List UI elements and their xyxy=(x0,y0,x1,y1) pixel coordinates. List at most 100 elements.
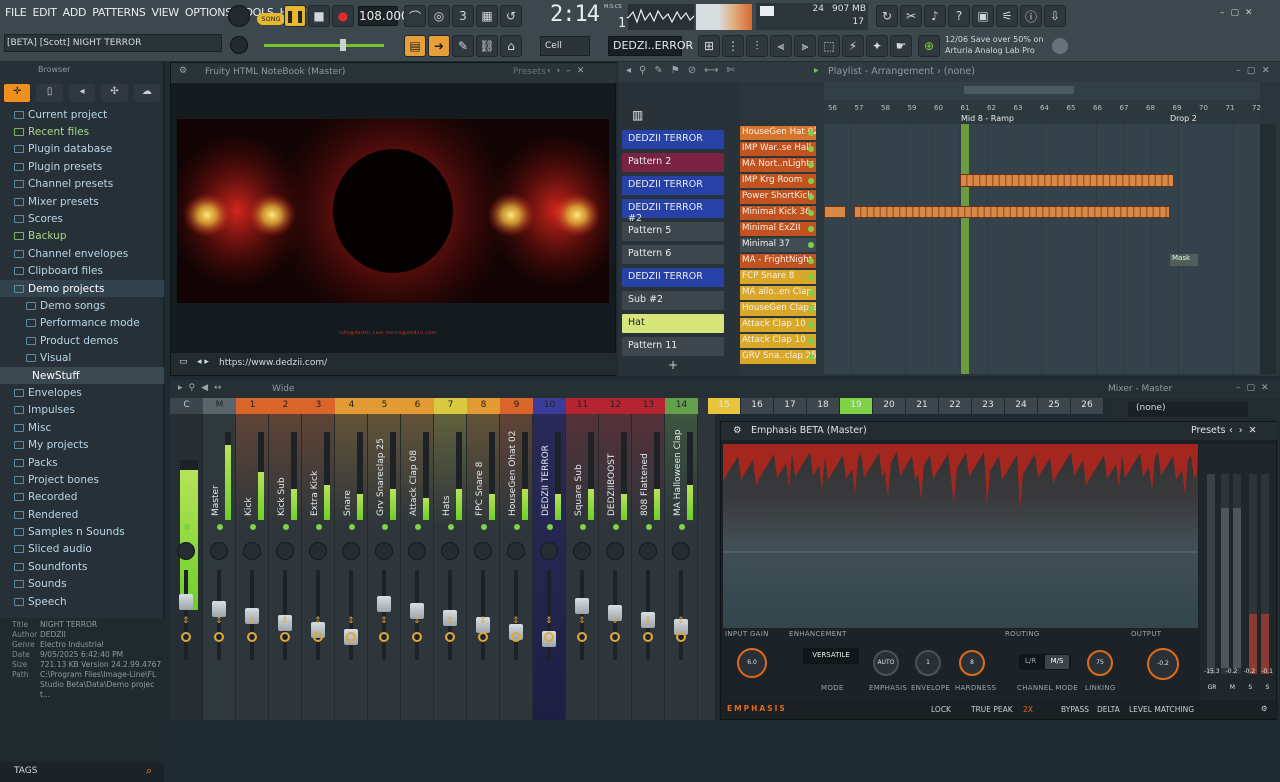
url-text[interactable]: https://www.dedzii.com/ xyxy=(219,358,327,368)
playlist-scrollbar[interactable] xyxy=(1260,124,1276,374)
browser-item[interactable]: Envelopes xyxy=(0,384,164,401)
channel-item[interactable]: GRV Sna..clap 25 xyxy=(740,350,816,364)
record-button[interactable]: ● xyxy=(332,5,354,27)
gear-icon[interactable]: ⚙ xyxy=(733,425,742,436)
browser-item[interactable]: Channel envelopes xyxy=(0,245,164,262)
mixer-track[interactable]: C ⇕ xyxy=(170,398,203,720)
fx-slot-icon[interactable] xyxy=(379,632,389,642)
send-arrow-icon[interactable]: ⇕ xyxy=(479,616,487,626)
channel-rack-icon[interactable]: ⋮ xyxy=(722,35,744,57)
channel-led[interactable] xyxy=(808,306,814,312)
channel-item[interactable]: MA - FrightNight xyxy=(740,254,816,268)
browser-item[interactable]: Rendered xyxy=(0,506,164,523)
track-number[interactable]: 21 xyxy=(906,398,938,414)
channel-item[interactable]: HouseGen Clap 2 xyxy=(740,302,816,316)
plug-icon[interactable]: ⚡ xyxy=(842,35,864,57)
playlist-selection[interactable]: (none) xyxy=(944,66,975,77)
volume-fader[interactable] xyxy=(316,570,320,660)
browser-item[interactable]: Plugin presets xyxy=(0,158,164,175)
emphasis-knob[interactable]: AUTO xyxy=(873,650,899,676)
channel-mode-switch[interactable]: L/R M/S xyxy=(1019,654,1071,670)
window-buttons[interactable]: ‹›–✕ xyxy=(547,66,590,76)
send-arrow-icon[interactable]: ⇕ xyxy=(446,616,454,626)
cloud-tab-icon[interactable]: ☁ xyxy=(133,84,161,102)
globe-icon[interactable] xyxy=(1052,38,1068,54)
mixer-track[interactable]: 4 Snare ⇕ xyxy=(335,398,368,720)
mixer-track[interactable]: 1 Kick ⇕ xyxy=(236,398,269,720)
channel-item[interactable]: Minimal ExZII xyxy=(740,222,816,236)
browser-item[interactable]: Scores xyxy=(0,210,164,227)
volume-fader[interactable] xyxy=(679,570,683,660)
routing-select[interactable]: (none) xyxy=(1128,402,1248,417)
pan-knob[interactable] xyxy=(606,542,624,560)
mixer-icon[interactable]: ⚟ xyxy=(996,5,1018,27)
pattern-clip[interactable] xyxy=(824,206,846,218)
mask-clip[interactable]: Mask xyxy=(1170,254,1198,266)
send-arrow-icon[interactable]: ⇕ xyxy=(611,616,619,626)
play-arrow-icon[interactable]: ▸ xyxy=(814,65,819,76)
arrow-right-icon[interactable]: ➜ xyxy=(428,35,450,57)
add-pattern-icon[interactable]: + xyxy=(668,358,678,372)
lr-option[interactable]: L/R xyxy=(1025,657,1036,665)
fader-handle[interactable] xyxy=(575,598,589,614)
send-arrow-icon[interactable]: ⇕ xyxy=(677,616,685,626)
browser-item[interactable]: Product demos xyxy=(0,332,164,349)
browser-item[interactable]: Sounds xyxy=(0,576,164,593)
send-arrow-icon[interactable]: ⇕ xyxy=(248,616,256,626)
mute-led[interactable] xyxy=(349,524,355,530)
pan-knob[interactable] xyxy=(210,542,228,560)
mixer-track[interactable]: 8 FPC Snare 8 ⇕ xyxy=(467,398,500,720)
send-arrow-icon[interactable]: ⇕ xyxy=(413,616,421,626)
cut-icon[interactable]: ✂ xyxy=(900,5,922,27)
oversampling-select[interactable]: 2X xyxy=(1023,705,1033,714)
browser-item[interactable]: Project bones xyxy=(0,471,164,488)
mixer-track[interactable]: 2 Kick Sub ⇕ xyxy=(269,398,302,720)
send-arrow-icon[interactable]: ⇕ xyxy=(215,616,223,626)
stop-button[interactable]: ■ xyxy=(308,5,330,27)
undo-icon[interactable]: ↻ xyxy=(876,5,898,27)
mute-led[interactable] xyxy=(547,524,553,530)
volume-fader[interactable] xyxy=(514,570,518,660)
playlist-view-icon[interactable]: ▤ xyxy=(404,35,426,57)
mute-led[interactable] xyxy=(679,524,685,530)
window-buttons[interactable]: –▢✕ xyxy=(1236,65,1276,76)
mute-led[interactable] xyxy=(184,524,190,530)
presets-label[interactable]: Presets xyxy=(513,67,546,77)
tools-icon[interactable]: ✦ xyxy=(866,35,888,57)
input-gain-knob[interactable]: 6.0 xyxy=(737,648,767,678)
link-icon[interactable]: ⛓ xyxy=(476,35,498,57)
mixer-track[interactable]: 6 Attack Clap 08 ⇕ xyxy=(401,398,434,720)
channel-led[interactable] xyxy=(808,146,814,152)
mixer-track[interactable]: 7 Hats ⇕ xyxy=(434,398,467,720)
url-bar[interactable]: ▭ ◂ ▸ https://www.dedzii.com/ xyxy=(171,353,617,375)
news-panel[interactable]: 12/06 Save over 50% on Arturia Analog La… xyxy=(945,34,1065,58)
piano-icon[interactable]: ▥ xyxy=(632,108,643,122)
true-peak-button[interactable]: TRUE PEAK xyxy=(971,705,1013,714)
snap-select[interactable]: Cell xyxy=(540,36,590,56)
mixer-track[interactable]: M Master ⇕ xyxy=(203,398,236,720)
settings-icon[interactable]: ⚙ xyxy=(1261,704,1268,713)
song-title-field[interactable]: [BETA] [Scott] NIGHT TERROR xyxy=(4,34,222,52)
delta-button[interactable]: DELTA xyxy=(1097,705,1120,714)
menu-view[interactable]: VIEW xyxy=(148,6,181,24)
fx-slot-icon[interactable] xyxy=(412,632,422,642)
channel-item[interactable]: IMP War..se Hall xyxy=(740,142,816,156)
eq-icon[interactable]: ⫸ xyxy=(794,35,816,57)
fx-slot-icon[interactable] xyxy=(247,632,257,642)
menu-add[interactable]: ADD xyxy=(60,6,90,24)
all-tab-icon[interactable]: ✛ xyxy=(4,84,31,102)
browser-view-icon[interactable]: ⬚ xyxy=(818,35,840,57)
fx-slot-icon[interactable] xyxy=(478,632,488,642)
volume-fader[interactable] xyxy=(349,570,353,660)
presets-label[interactable]: Presets xyxy=(1191,425,1226,436)
level-matching-button[interactable]: LEVEL MATCHING xyxy=(1129,705,1194,714)
mute-led[interactable] xyxy=(415,524,421,530)
marker-label[interactable]: Mid 8 - Ramp xyxy=(961,114,1014,123)
browser-item[interactable]: Packs xyxy=(0,454,164,471)
track-number[interactable]: 19 xyxy=(840,398,872,414)
export-icon[interactable]: ⇩ xyxy=(1044,5,1066,27)
browser-item[interactable]: Sliced audio xyxy=(0,541,164,558)
fx-slot-icon[interactable] xyxy=(313,632,323,642)
browser-item[interactable]: Samples n Sounds xyxy=(0,523,164,540)
browser-item[interactable]: NewStuff xyxy=(0,366,164,385)
